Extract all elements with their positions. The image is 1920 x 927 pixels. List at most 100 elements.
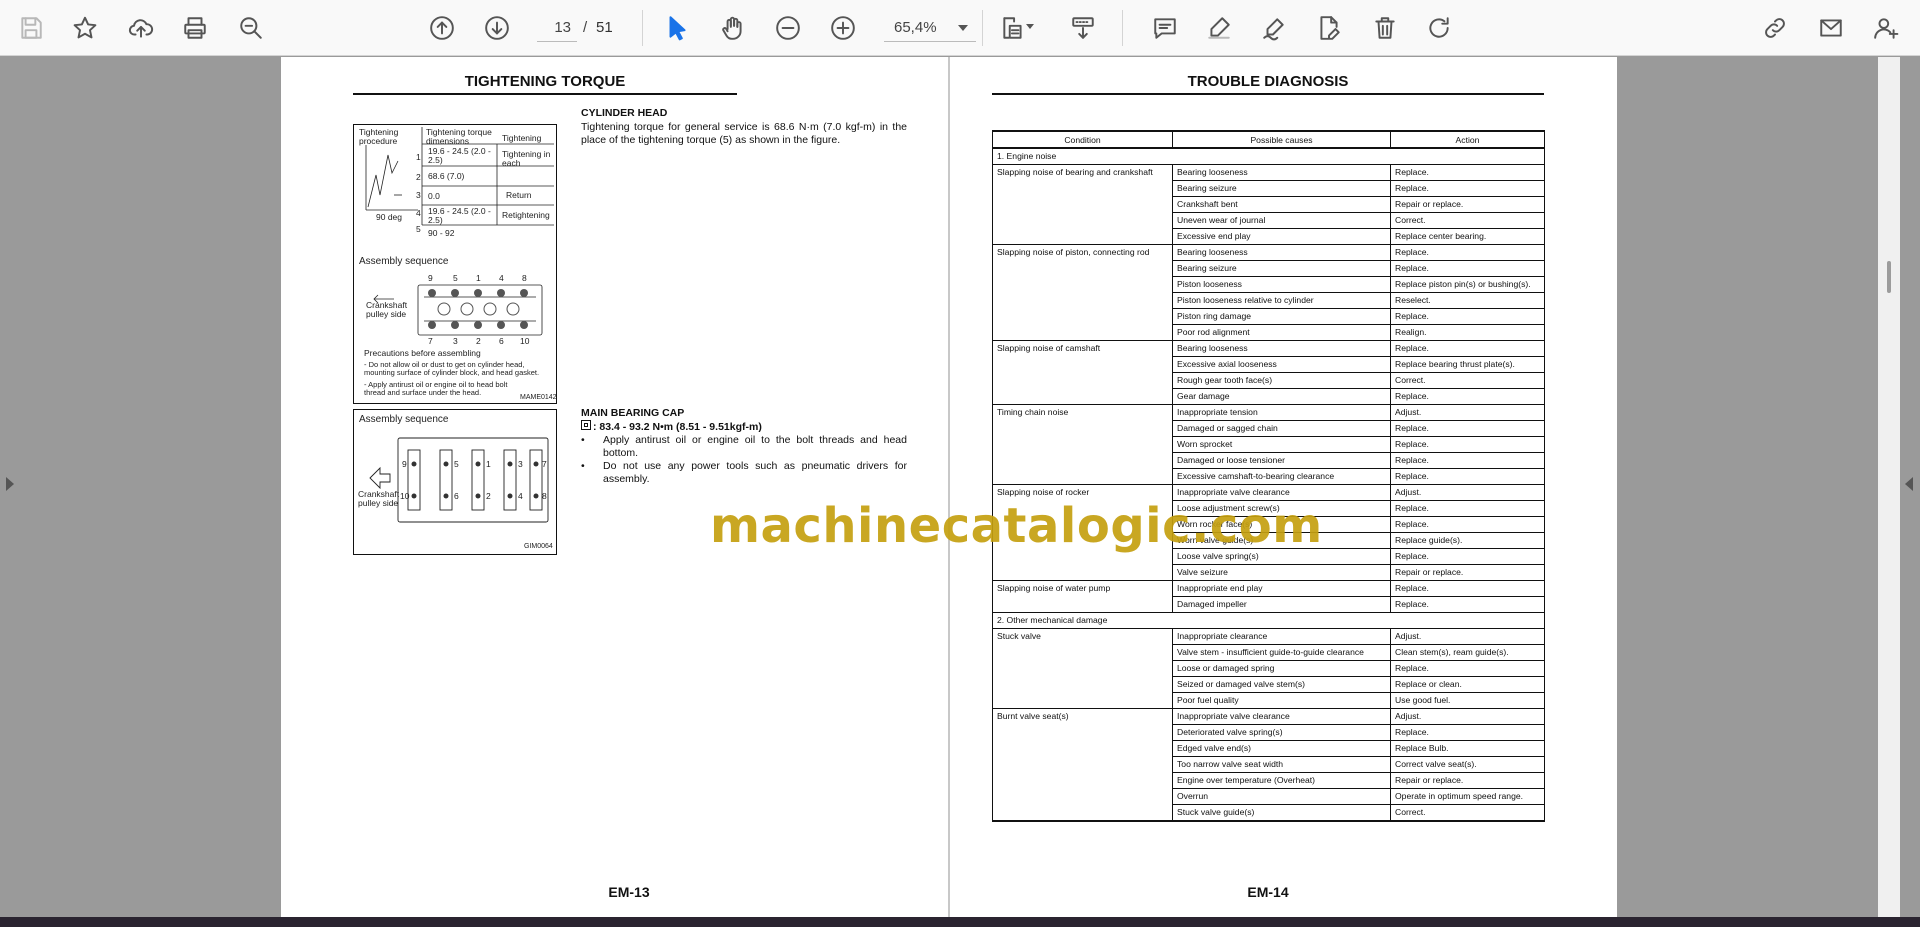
torque-value: 68.6 (7.0) <box>428 171 465 181</box>
taskbar-strip <box>0 917 1920 927</box>
delete-trash-icon[interactable] <box>1368 11 1402 45</box>
cause-cell: Inappropriate tension <box>1172 404 1391 421</box>
action-cell: Correct. <box>1390 804 1545 822</box>
zoom-level-dropdown[interactable]: 65,4% <box>884 14 976 42</box>
bolt-number: 2 <box>486 491 491 501</box>
table-header-row: Condition Possible causes Action <box>992 130 1545 149</box>
bolt-number: 2 <box>476 336 481 346</box>
page-footer: EM-14 <box>1247 884 1289 900</box>
scrollbar-thumb[interactable] <box>1887 261 1891 293</box>
rotate-icon[interactable] <box>1422 11 1456 45</box>
cause-cell: Inappropriate clearance <box>1172 628 1391 645</box>
cause-cell: Piston looseness relative to cylinder <box>1172 292 1391 309</box>
share-link-icon[interactable] <box>1758 11 1792 45</box>
cause-cell: Poor rod alignment <box>1172 324 1391 341</box>
previous-page-icon[interactable] <box>425 11 459 45</box>
zoom-level-value: 65,4% <box>894 19 937 36</box>
cause-cell: Poor fuel quality <box>1172 692 1391 709</box>
add-user-icon[interactable] <box>1869 11 1903 45</box>
chevron-down-icon <box>958 25 968 31</box>
zoom-in-icon[interactable] <box>826 11 860 45</box>
action-cell: Replace. <box>1390 516 1545 533</box>
cause-cell: Loose valve spring(s) <box>1172 548 1391 565</box>
bolt-number: 4 <box>518 491 523 501</box>
cause-cell: Deteriorated valve spring(s) <box>1172 724 1391 741</box>
expand-left-panel-icon[interactable] <box>6 477 14 491</box>
action-cell: Replace. <box>1390 340 1545 357</box>
action-cell: Replace. <box>1390 548 1545 565</box>
tightening-in-each-label: Tightening in each <box>502 149 551 168</box>
cylinder-head-diagram: Tightening procedure Tightening torque d… <box>353 124 557 404</box>
scroll-mode-icon[interactable] <box>1066 11 1100 45</box>
action-cell: Replace. <box>1390 164 1545 181</box>
cause-cell: Loose adjustment screw(s) <box>1172 500 1391 517</box>
action-cell: Replace. <box>1390 388 1545 405</box>
print-icon[interactable] <box>178 11 212 45</box>
bolt-number: 7 <box>542 459 547 469</box>
cloud-upload-icon[interactable] <box>124 11 158 45</box>
page-number-input[interactable] <box>537 14 577 42</box>
section-row: 2. Other mechanical damage <box>992 612 1545 629</box>
cylinder-head-heading: CYLINDER HEAD <box>581 107 668 119</box>
bolt-number: 9 <box>402 459 407 469</box>
torque-value: 0.0 <box>428 191 440 201</box>
save-icon[interactable] <box>14 11 48 45</box>
wrench-torque-icon <box>581 420 591 430</box>
cause-cell: Piston looseness <box>1172 276 1391 293</box>
hand-tool-icon[interactable] <box>716 11 750 45</box>
cause-cell: Crankshaft bent <box>1172 196 1391 213</box>
page-fit-icon[interactable] <box>996 11 1034 45</box>
action-cell: Replace piston pin(s) or bushing(s). <box>1390 276 1545 293</box>
section-title: 2. Other mechanical damage <box>992 612 1545 629</box>
bolt-number: 10 <box>400 491 410 501</box>
email-icon[interactable] <box>1814 11 1848 45</box>
zoom-search-icon[interactable] <box>234 11 268 45</box>
table-row: Slapping noise of bearing and crankshaft… <box>992 164 1545 245</box>
precautions-title: Precautions before assembling <box>364 348 481 358</box>
draw-signature-icon[interactable] <box>1257 11 1291 45</box>
torque-dimensions-label: Tightening torque dimensions <box>426 127 492 146</box>
expand-right-panel-icon[interactable] <box>1905 477 1913 491</box>
cause-cell: Excessive end play <box>1172 228 1391 245</box>
cause-cell: Overrun <box>1172 788 1391 805</box>
cause-cell: Stuck valve guide(s) <box>1172 804 1391 822</box>
chevron-down-icon <box>1026 24 1034 29</box>
toolbar-divider <box>642 10 643 46</box>
select-cursor-icon[interactable] <box>660 11 694 45</box>
action-cell: Use good fuel. <box>1390 692 1545 709</box>
edit-document-icon[interactable] <box>1312 11 1346 45</box>
condition-cell: Slapping noise of piston, connecting rod <box>992 244 1173 341</box>
bolt-number: 10 <box>520 336 530 346</box>
step-number: 5 <box>416 224 421 234</box>
action-cell: Correct. <box>1390 372 1545 389</box>
bookmark-star-icon[interactable] <box>68 11 102 45</box>
condition-cell: Slapping noise of water pump <box>992 580 1173 613</box>
document-viewport[interactable]: TIGHTENING TORQUE Tightening procedure T… <box>0 57 1920 917</box>
cause-cell: Worn rocker face(s) <box>1172 516 1391 533</box>
cause-cell: Edged valve end(s) <box>1172 740 1391 757</box>
comment-icon[interactable] <box>1148 11 1182 45</box>
zoom-out-icon[interactable] <box>771 11 805 45</box>
condition-cell: Timing chain noise <box>992 404 1173 485</box>
action-cell: Adjust. <box>1390 484 1545 501</box>
bolt-number: 1 <box>486 459 491 469</box>
bolt-number: 4 <box>499 273 504 283</box>
vertical-scrollbar[interactable] <box>1878 57 1900 917</box>
cause-cell: Loose or damaged spring <box>1172 660 1391 677</box>
action-cell: Correct. <box>1390 212 1545 229</box>
cylinder-head-text: Tightening torque for general service is… <box>581 121 907 146</box>
action-cell: Replace bearing thrust plate(s). <box>1390 356 1545 373</box>
toolbar-divider <box>1122 10 1123 46</box>
bolt-number: 3 <box>453 336 458 346</box>
page-total: 51 <box>596 19 613 36</box>
cause-cell: Bearing seizure <box>1172 260 1391 277</box>
return-label: Return <box>506 190 532 200</box>
highlight-pen-icon[interactable] <box>1202 11 1236 45</box>
bolt-number: 7 <box>428 336 433 346</box>
action-cell: Adjust. <box>1390 628 1545 645</box>
bolt-number: 8 <box>542 491 547 501</box>
condition-cell: Slapping noise of rocker <box>992 484 1173 581</box>
next-page-icon[interactable] <box>480 11 514 45</box>
precaution-text: - Apply antirust oil or engine oil to he… <box>364 380 508 397</box>
action-cell: Replace. <box>1390 452 1545 469</box>
